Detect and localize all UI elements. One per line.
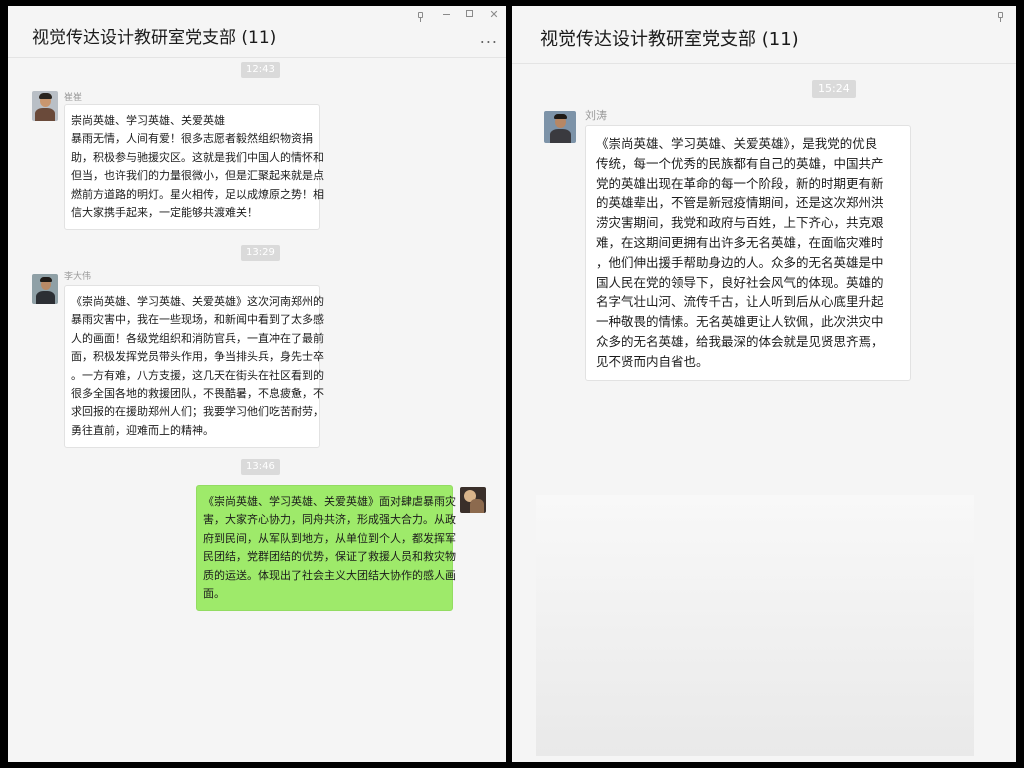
message-line: 人的画面！各级党组织和消防官兵，一直冲在了最前 [71,331,324,345]
message-line: ，他们伸出援手帮助身边的人。众多的无名英雄是中 [596,254,884,270]
chat-title: 视觉传达设计教研室党支部 (11) [540,29,799,50]
message-line: 质的运送。体现出了社会主义大团结大协作的感人画 [203,568,456,582]
scroll-fade-area [536,495,974,756]
avatar[interactable] [544,111,576,143]
sender-name: 崔崔 [64,93,83,103]
maximize-icon[interactable] [462,8,476,22]
title-bar: 视觉传达设计教研室党支部 (11) ✕ ... [8,6,506,58]
message-line: 《崇尚英雄、学习英雄、关爱英雄》这次河南郑州的 [71,295,324,308]
message-line: 信大家携手起来，一定能够共渡难关！ [71,206,258,220]
avatar[interactable] [32,91,58,121]
message-bubble[interactable]: 《崇尚英雄、学习英雄、关爱英雄》，是我党的优良 传统，每一个优秀的民族都有自己的… [585,125,911,381]
more-options-button[interactable]: ... [480,28,498,47]
chat-window-left: 视觉传达设计教研室党支部 (11) ✕ ... 12:43 崔崔 崇尚英雄、学习… [8,6,506,762]
message-line: 一种敬畏的情愫。无名英雄更让人钦佩，此次洪灾中 [596,314,884,330]
message-line: 暴雨无情，人间有爱！很多志愿者毅然组织物资捐 [71,132,313,146]
minimize-icon[interactable] [439,8,453,22]
message-line: 很多全国各地的救援团队，不畏酷暑，不息疲惫，不 [71,387,324,401]
chat-window-right: 视觉传达设计教研室党支部 (11) 15:24 刘涛 《崇尚英雄、学习英雄、关爱… [512,6,1016,762]
pin-icon[interactable] [413,8,427,22]
message-list[interactable]: 12:43 崔崔 崇尚英雄、学习英雄、关爱英雄 暴雨无情，人间有爱！很多志愿者毅… [8,59,506,762]
message-line: 害，大家齐心协力，同舟共济，形成强大合力。从政 [203,513,456,527]
message-line: 涝灾害期间，我党和政府与百姓，上下齐心，共克艰 [596,215,884,231]
message-line: 。一方有难，八方支援，这几天在街头在社区看到的 [71,368,324,382]
message-bubble[interactable]: 崇尚英雄、学习英雄、关爱英雄 暴雨无情，人间有爱！很多志愿者毅然组织物资捐 助，… [64,104,324,231]
message-line: 的英雄辈出，不管是新冠疫情期间，还是这次郑州洪 [596,195,884,211]
message-line: 崇尚英雄、学习英雄、关爱英雄 [71,114,225,127]
close-icon[interactable]: ✕ [487,8,501,22]
timestamp: 13:46 [241,459,280,475]
sender-name: 刘涛 [585,109,607,122]
message-line: 传统，每一个优秀的民族都有自己的英雄，中国共产 [596,155,884,171]
message-line: 国人民在党的领导下，良好社会风气的体现。英雄的 [596,274,884,290]
timestamp: 15:24 [812,80,856,98]
message-line: 《崇尚英雄、学习英雄、关爱英雄》面对肆虐暴雨灾 [203,495,456,508]
message-line: 党的英雄出现在革命的每一个阶段，新的时期更有新 [596,175,884,191]
message-line: 助，积极参与驰援灾区。这就是我们中国人的情怀和 [71,150,324,164]
message-line: 名字气壮山河、流传千古，让人听到后从心底里升起 [596,294,884,310]
own-message-bubble[interactable]: 《崇尚英雄、学习英雄、关爱英雄》面对肆虐暴雨灾 害，大家齐心协力，同舟共济，形成… [196,485,456,612]
message-line: 民团结，党群团结的优势，保证了救援人员和救灾物 [203,550,456,564]
chat-title: 视觉传达设计教研室党支部 (11) [32,28,277,48]
sender-name: 李大伟 [64,272,92,282]
message-line: 难，在这期间更拥有出许多无名英雄，在面临灾难时 [596,234,884,250]
message-line: 面，积极发挥党员带头作用，争当排头兵，身先士卒 [71,350,324,364]
message-line: 《崇尚英雄、学习英雄、关爱英雄》，是我党的优良 [596,136,878,151]
message-line: 燃前方道路的明灯。星火相传，足以成燎原之势！相 [71,187,324,201]
message-line: 但当，也许我们的力量很微小，但是汇聚起来就是点 [71,169,324,183]
timestamp: 13:29 [241,245,280,261]
message-bubble[interactable]: 《崇尚英雄、学习英雄、关爱英雄》这次河南郑州的 暴雨灾害中，我在一些现场，和新闻… [64,285,324,449]
message-line: 面。 [203,587,225,601]
timestamp: 12:43 [241,62,280,78]
title-bar: 视觉传达设计教研室党支部 (11) [512,6,1016,64]
message-line: 求回报的在援助郑州人们；我要学习他们吃苦耐劳， [71,405,324,419]
pin-icon[interactable] [993,8,1007,22]
own-avatar[interactable] [460,487,486,513]
message-line: 勇往直前，迎难而上的精神。 [71,423,214,437]
message-line: 众多的无名英雄，给我最深的体会就是见贤思齐焉， [596,333,884,349]
message-line: 暴雨灾害中，我在一些现场，和新闻中看到了太多感 [71,313,324,327]
message-line: 府到民间，从军队到地方，从单位到个人，都发挥军 [203,531,456,545]
avatar[interactable] [32,274,58,304]
message-list[interactable]: 15:24 刘涛 《崇尚英雄、学习英雄、关爱英雄》，是我党的优良 传统，每一个优… [512,65,1016,762]
message-line: 见不贤而内自省也。 [596,353,709,369]
